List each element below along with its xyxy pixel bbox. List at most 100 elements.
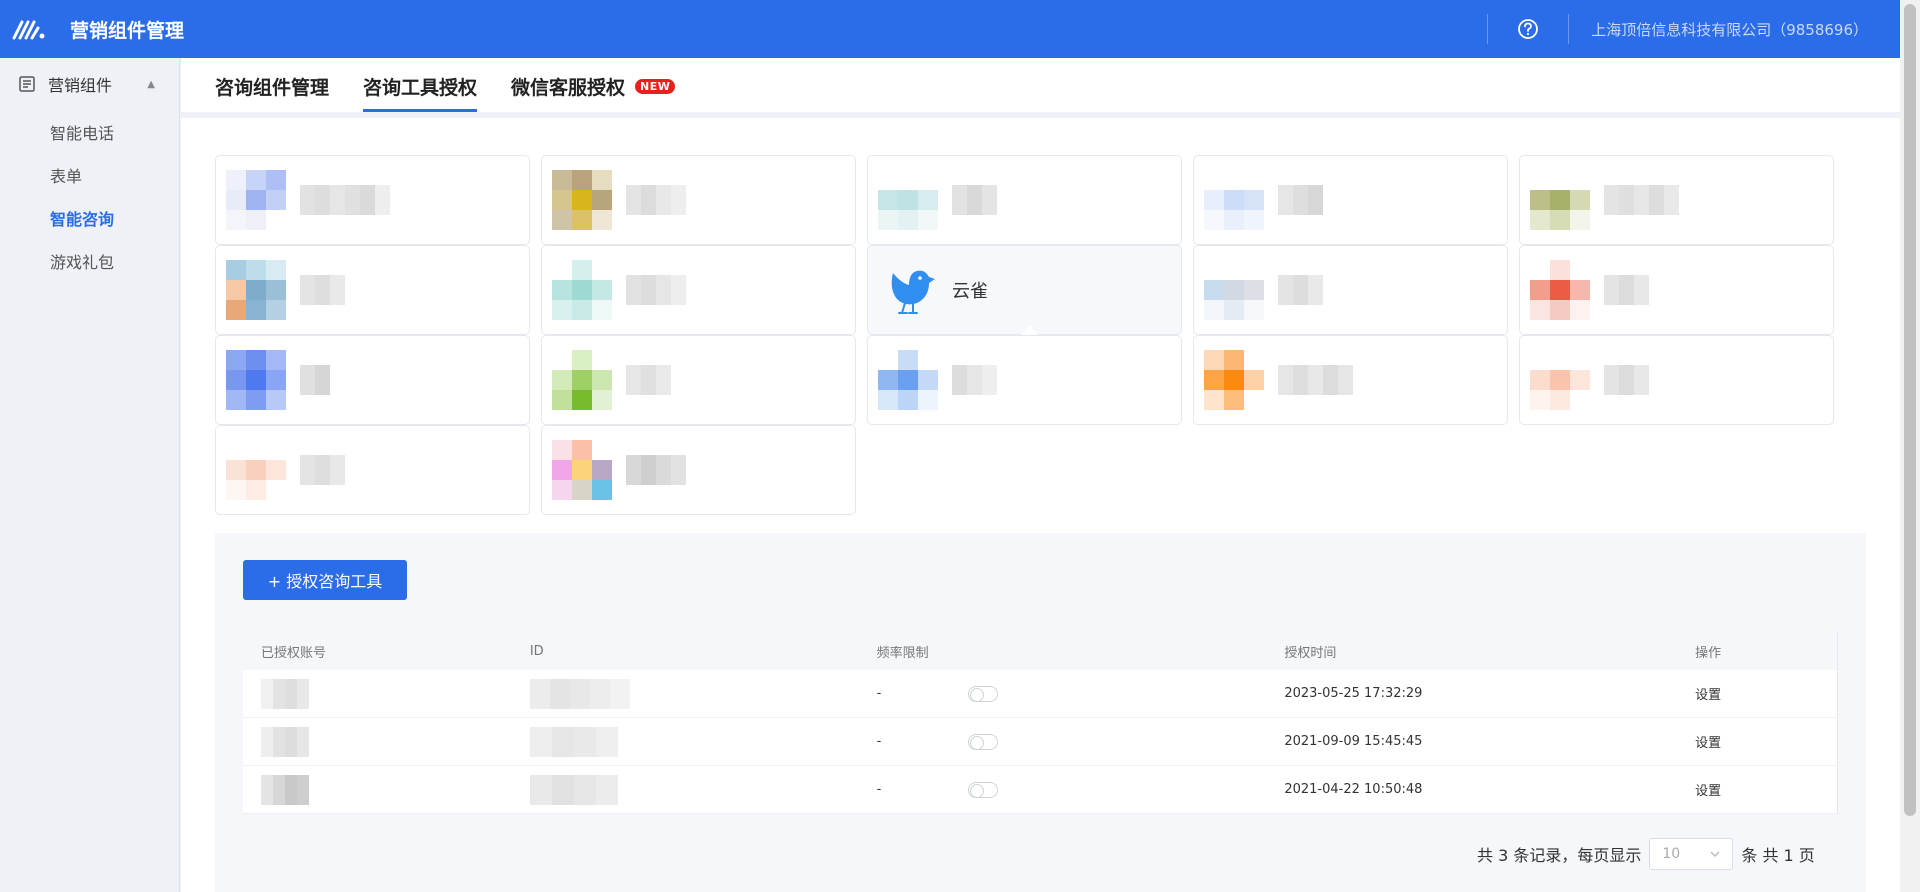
sidebar-group-marketing[interactable]: 营销组件 ▲	[0, 58, 179, 110]
document-icon	[19, 76, 35, 92]
pixelated-logo	[1204, 350, 1264, 410]
pixelated-text	[626, 275, 686, 305]
pixelated-text	[626, 365, 671, 395]
tool-card[interactable]	[1193, 245, 1508, 335]
scroll-thumb[interactable]	[1904, 4, 1916, 816]
frequency-toggle[interactable]	[968, 781, 999, 798]
pixelated-logo	[552, 440, 612, 500]
total-records-text: 共 3 条记录，每页显示	[1477, 846, 1642, 865]
settings-link[interactable]: 设置	[1677, 780, 1837, 799]
pixelated-text	[1278, 185, 1323, 215]
page-size-value: 10	[1662, 846, 1681, 862]
pixelated-logo	[878, 170, 938, 230]
caret-up-icon[interactable]: ▲	[147, 79, 155, 90]
pixelated-logo	[552, 260, 612, 320]
pixelated-logo	[552, 350, 612, 410]
pixelated-id	[529, 678, 859, 709]
sidebar-item-smart-phone[interactable]: 智能电话	[0, 110, 179, 153]
column-header: 操作	[1695, 645, 1722, 661]
pixelated-text	[300, 275, 345, 305]
pixelated-text	[1604, 185, 1679, 215]
tab-consult-tool-auth[interactable]: 咨询工具授权	[363, 73, 478, 112]
tool-card[interactable]	[1519, 245, 1834, 335]
sidebar-group-label: 营销组件	[48, 76, 113, 95]
pixelated-text	[626, 185, 686, 215]
table-row: - 2021-04-22 10:50:48 设置	[243, 766, 1837, 814]
frequency-value: -	[876, 686, 882, 701]
column-header: ID	[529, 643, 544, 659]
column-header: 频率限制	[876, 645, 929, 661]
tool-card[interactable]	[215, 335, 530, 425]
tool-card[interactable]	[541, 245, 856, 335]
pixelated-text	[952, 185, 997, 215]
pixelated-account	[261, 726, 512, 757]
top-bar: 营销组件管理 上海顶倍信息科技有限公司（9858696）	[0, 0, 1900, 58]
tool-card[interactable]	[215, 155, 530, 245]
pixelated-text	[1604, 275, 1649, 305]
main-content: 云雀 + 授权咨询工具 已授权账号 ID 频率限制 授权时间 操作 - 2023…	[181, 118, 1900, 892]
tab-consult-component[interactable]: 咨询组件管理	[215, 73, 329, 112]
pixelated-logo	[226, 260, 286, 320]
tool-card[interactable]	[215, 425, 530, 515]
tab-label: 微信客服授权	[511, 77, 626, 99]
pixelated-text	[1278, 275, 1323, 305]
tool-card[interactable]	[541, 155, 856, 245]
app-logo-icon[interactable]	[0, 0, 58, 58]
pixelated-text	[300, 185, 390, 215]
sidebar-item-smart-consult[interactable]: 智能咨询	[0, 196, 179, 239]
pixelated-logo	[1204, 260, 1264, 320]
pixelated-text	[300, 365, 330, 395]
auth-time: 2021-04-22 10:50:48	[1284, 782, 1423, 797]
authorized-accounts-table: 已授权账号 ID 频率限制 授权时间 操作 - 2023-05-25 17:32…	[243, 632, 1838, 814]
tool-card[interactable]	[1519, 155, 1834, 245]
column-header: 已授权账号	[261, 645, 327, 661]
pagination: 共 3 条记录，每页显示 10 条 共 1 页	[1477, 838, 1815, 870]
authorized-accounts-panel: + 授权咨询工具 已授权账号 ID 频率限制 授权时间 操作 - 2023-05…	[215, 533, 1866, 892]
pixelated-logo	[1530, 350, 1590, 410]
pixelated-text	[300, 455, 345, 485]
settings-link[interactable]: 设置	[1677, 684, 1837, 703]
table-row: - 2023-05-25 17:32:29 设置	[243, 670, 1837, 718]
pixelated-logo	[226, 170, 286, 230]
add-consult-tool-button[interactable]: + 授权咨询工具	[243, 560, 407, 600]
page-size-select[interactable]: 10	[1649, 838, 1734, 870]
tool-card[interactable]	[541, 425, 856, 515]
tool-card[interactable]	[215, 245, 530, 335]
auth-time: 2021-09-09 15:45:45	[1284, 734, 1423, 749]
tool-card[interactable]	[1193, 155, 1508, 245]
pixelated-logo	[878, 350, 938, 410]
pixelated-logo	[226, 350, 286, 410]
frequency-toggle[interactable]	[968, 685, 999, 702]
pixelated-logo	[1530, 260, 1590, 320]
app-title: 营销组件管理	[70, 19, 185, 42]
tool-card[interactable]	[867, 155, 1182, 245]
tool-card[interactable]	[867, 335, 1182, 425]
tab-label: 咨询组件管理	[215, 77, 330, 99]
pixelated-account	[261, 774, 512, 805]
tool-card-yunque[interactable]: 云雀	[867, 245, 1182, 335]
bird-icon	[878, 260, 938, 320]
company-name[interactable]: 上海顶倍信息科技有限公司（9858696）	[1569, 19, 1900, 40]
sidebar-item-game-gift[interactable]: 游戏礼包	[0, 239, 179, 282]
sidebar-item-form[interactable]: 表单	[0, 153, 179, 196]
settings-link[interactable]: 设置	[1677, 732, 1837, 751]
help-icon[interactable]	[1488, 18, 1568, 40]
frequency-value: -	[876, 782, 882, 797]
pixelated-text	[952, 365, 997, 395]
pixelated-logo	[226, 440, 286, 500]
new-badge: NEW	[635, 79, 676, 94]
tool-card[interactable]	[1519, 335, 1834, 425]
page-count-text: 条 共 1 页	[1741, 846, 1815, 865]
table-row: - 2021-09-09 15:45:45 设置	[243, 718, 1837, 766]
frequency-toggle[interactable]	[968, 733, 999, 750]
tool-card[interactable]	[1193, 335, 1508, 425]
tab-label: 咨询工具授权	[363, 77, 478, 99]
auth-time: 2023-05-25 17:32:29	[1284, 686, 1423, 701]
tab-wechat-service-auth[interactable]: 微信客服授权 NEW	[511, 73, 676, 112]
pixelated-text	[1604, 365, 1649, 395]
tool-name: 云雀	[952, 281, 988, 302]
pixelated-text	[1278, 365, 1353, 395]
frequency-value: -	[876, 734, 882, 749]
tool-card[interactable]	[541, 335, 856, 425]
page-scrollbar[interactable]	[1900, 0, 1920, 892]
